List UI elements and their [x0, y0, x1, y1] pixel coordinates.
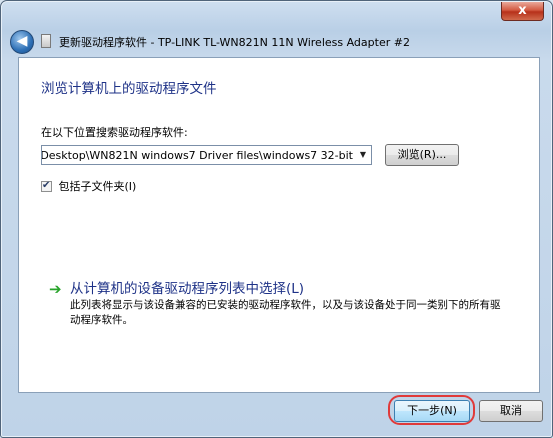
include-subfolders-label[interactable]: 包括子文件夹(I) — [59, 180, 137, 193]
cancel-button[interactable]: 取消 — [479, 400, 543, 422]
dialog-window: x ◀ 更新驱动程序软件 - TP-LINK TL-WN821N 11N Wir… — [0, 0, 553, 438]
browse-button[interactable]: 浏览(R)... — [385, 144, 459, 166]
checkmark-icon: ✔ — [42, 179, 51, 191]
path-combobox[interactable]: AE\Desktop\WN821N windows7 Driver files\… — [41, 145, 372, 165]
back-button[interactable]: ◀ — [10, 30, 34, 54]
include-subfolders-checkbox[interactable]: ✔ — [41, 179, 52, 192]
content-panel: 浏览计算机上的驱动程序文件 在以下位置搜索驱动程序软件: AE\Desktop\… — [18, 57, 540, 393]
page-heading: 浏览计算机上的驱动程序文件 — [41, 81, 217, 97]
chevron-down-icon[interactable]: ▼ — [355, 146, 371, 164]
pick-from-list-link[interactable]: 从计算机的设备驱动程序列表中选择(L) — [70, 277, 304, 297]
next-button[interactable]: 下一步(N) — [394, 400, 470, 422]
window-title: 更新驱动程序软件 - TP-LINK TL-WN821N 11N Wireles… — [59, 36, 410, 49]
green-arrow-icon[interactable]: ➔ — [49, 280, 62, 298]
close-button[interactable]: x — [501, 2, 544, 21]
path-value[interactable]: AE\Desktop\WN821N windows7 Driver files\… — [42, 149, 353, 162]
device-icon — [41, 34, 51, 48]
pick-from-list-description: 此列表将显示与该设备兼容的已安装的驱动程序软件，以及与该设备处于同一类别下的所有… — [70, 299, 501, 326]
search-location-label: 在以下位置搜索驱动程序软件: — [41, 126, 188, 139]
include-subfolders-row[interactable]: ✔ 包括子文件夹(I) — [41, 178, 137, 193]
